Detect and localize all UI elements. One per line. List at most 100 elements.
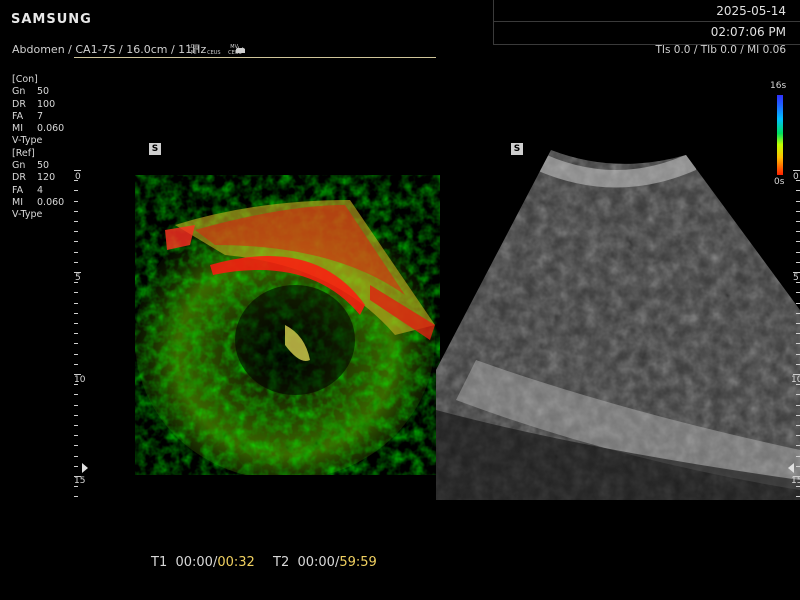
depth-tick — [796, 414, 800, 416]
contrast-image[interactable] — [135, 175, 440, 475]
depth-tick — [796, 221, 800, 222]
depth-tick — [796, 292, 800, 294]
depth-tick — [74, 190, 78, 192]
ceus-label: CEUS — [207, 50, 221, 56]
param-key: Gn — [12, 86, 26, 98]
depth-tick — [74, 302, 78, 304]
depth-tick — [796, 404, 800, 406]
param-key: DR — [12, 172, 26, 184]
colorbar-min-label: 0s — [774, 177, 785, 187]
depth-tick — [74, 272, 81, 273]
depth-tick — [796, 210, 800, 212]
depth-tick — [74, 251, 78, 253]
timer-t1-elapsed: 00:32 — [217, 555, 255, 570]
depth-tick — [796, 241, 800, 243]
depth-tick — [74, 282, 78, 284]
depth-tick — [74, 465, 78, 467]
brand-logo: SAMSUNG — [11, 12, 92, 27]
depth-tick — [796, 394, 800, 396]
param-value: 120 — [37, 172, 56, 184]
depth-label-15-right: 15 — [791, 476, 800, 486]
depth-tick — [796, 465, 800, 467]
depth-tick — [74, 200, 78, 202]
param-value: 50 — [37, 86, 50, 98]
depth-tick — [74, 170, 81, 171]
depth-tick — [796, 455, 800, 457]
depth-tick — [74, 445, 78, 447]
depth-tick — [796, 363, 800, 365]
depth-tick — [796, 435, 800, 437]
timer-t2-label: T2 — [273, 555, 290, 570]
timer-t1-start: 00:00 — [175, 555, 213, 570]
depth-tick — [796, 323, 800, 324]
depth-tick — [74, 221, 78, 222]
depth-tick — [74, 231, 78, 233]
depth-tick — [74, 312, 78, 314]
depth-tick — [74, 425, 78, 426]
depth-tick — [796, 282, 800, 284]
ref-param-row: DR 120 — [12, 172, 64, 184]
con-title: [Con] — [12, 74, 38, 85]
param-value: 0.060 — [37, 123, 65, 135]
ref-param-row: MI 0.060 — [12, 197, 64, 209]
depth-tick — [74, 435, 78, 437]
depth-tick — [796, 302, 800, 304]
param-key: Gn — [12, 160, 26, 172]
depth-tick — [74, 261, 78, 263]
colorbar-max-label: 16s — [770, 81, 787, 91]
depth-tick — [796, 180, 800, 182]
exam-preset: Abdomen / CA1-7S / 16.0cm / 11Hz — [12, 43, 207, 56]
bmode-image[interactable] — [436, 150, 800, 500]
depth-tick — [74, 496, 78, 498]
depth-tick — [74, 241, 78, 243]
con-param-row: DR 100 — [12, 99, 64, 111]
timer-t2: T2 00:00/59:59 — [273, 555, 377, 570]
depth-tick — [796, 333, 800, 335]
depth-tick — [74, 343, 78, 345]
depth-tick — [796, 251, 800, 253]
con-param-row: Gn 50 — [12, 86, 64, 98]
depth-tick — [74, 486, 78, 488]
param-value: 0.060 — [37, 196, 65, 208]
ref-param-row: FA 4 — [12, 185, 64, 197]
depth-tick — [796, 190, 800, 192]
con-param-row: MI 0.060 — [12, 123, 64, 135]
depth-tick — [796, 384, 800, 386]
left-depth-scale: 0 5 10 15 — [74, 170, 86, 498]
left-focus-marker[interactable] — [82, 463, 88, 473]
con-param-row: FA 7 — [12, 111, 64, 123]
thermal-mechanical-indices: TIs 0.0 / TIb 0.0 / MI 0.06 — [655, 44, 786, 56]
depth-tick — [74, 384, 78, 386]
depth-tick — [793, 170, 800, 171]
depth-tick — [74, 476, 81, 477]
ref-param-row: Gn 50 — [12, 160, 64, 172]
probe-icon — [236, 46, 245, 53]
right-focus-marker[interactable] — [788, 463, 794, 473]
ref-title: [Ref] — [12, 147, 35, 159]
param-key: FA — [12, 110, 24, 122]
datetime-divider — [494, 21, 800, 22]
parameter-panel: [Con] Gn 50 DR 100 FA 7 MI 0.060 V-Type [Ref… — [12, 74, 64, 222]
low-mi-icon: LOW MI — [188, 44, 203, 56]
depth-tick — [793, 272, 800, 273]
right-orientation-marker: S — [511, 143, 523, 155]
depth-tick — [793, 476, 800, 477]
depth-tick — [74, 394, 78, 396]
depth-tick — [74, 404, 78, 406]
timer-t2-elapsed: 59:59 — [339, 555, 377, 570]
depth-tick — [74, 353, 78, 355]
timer-t1-label: T1 — [151, 555, 168, 570]
depth-label-15: 15 — [74, 476, 86, 486]
depth-tick — [74, 455, 78, 457]
time-display: 02:07:06 PM — [710, 25, 786, 39]
depth-tick — [796, 343, 800, 345]
param-key: MI — [12, 123, 23, 135]
left-orientation-marker: S — [149, 143, 161, 155]
date-display: 2025-05-14 — [716, 4, 786, 18]
depth-tick — [796, 261, 800, 263]
param-value: 4 — [37, 184, 44, 196]
depth-tick — [796, 312, 800, 314]
depth-tick — [796, 425, 800, 426]
timer-t1: T1 00:00/00:32 — [151, 555, 255, 570]
depth-tick — [796, 200, 800, 202]
